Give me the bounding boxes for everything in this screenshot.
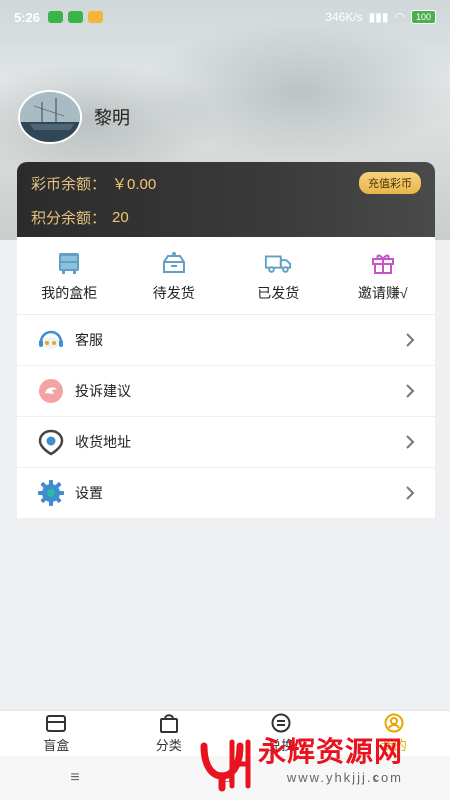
menu-shipping-address[interactable]: 收货地址 <box>17 417 435 468</box>
category-bag-icon <box>158 713 180 733</box>
watermark-title: 永辉资源网 <box>258 736 404 767</box>
points-balance-label: 积分余额： <box>31 209 107 227</box>
recharge-button[interactable]: 充值彩币 <box>359 172 421 194</box>
complaint-icon <box>37 377 65 405</box>
username: 黎明 <box>94 108 130 128</box>
wifi-icon: ◠ <box>394 10 405 24</box>
watermark-url: www.yhkjjj.com <box>286 770 404 785</box>
quick-shipped[interactable]: 已发货 <box>226 237 331 314</box>
account-card: 我的盒柜 待发货 已发货 邀请赚√ 客服 投诉建议 收货地址 设置 <box>17 237 435 519</box>
status-right: 346K/s ▮▮▮ ◠ 100 <box>325 10 436 24</box>
tab-label: 分类 <box>155 738 182 753</box>
tab-label: 盲盒 <box>43 738 70 753</box>
watermark-logo <box>200 739 251 792</box>
quick-invite-earn[interactable]: 邀请赚√ <box>331 237 436 314</box>
battery-indicator: 100 <box>410 10 436 24</box>
app-notification-icon <box>68 11 84 23</box>
pending-box-icon <box>160 249 188 277</box>
wechat-icon <box>48 11 64 23</box>
blind-box-icon <box>45 713 67 733</box>
customer-service-icon <box>37 326 65 354</box>
truck-icon <box>264 249 292 277</box>
network-speed: 346K/s <box>325 10 363 24</box>
menu-label: 设置 <box>75 485 103 501</box>
signal-icon: ▮▮▮ <box>368 10 389 24</box>
watermark: 永辉资源网 www.yhkjjj.com <box>198 736 428 796</box>
coin-balance-row: 彩币余额： ￥0.00 充值彩币 <box>31 172 421 194</box>
watermark-text: 永辉资源网 www.yhkjjj.com <box>258 736 403 785</box>
cabinet-icon <box>55 249 83 277</box>
coin-balance-label: 彩币余额： <box>31 175 107 193</box>
exchange-icon <box>270 713 292 733</box>
location-icon <box>37 428 65 456</box>
avatar[interactable] <box>18 90 82 144</box>
profile-icon <box>383 713 405 733</box>
quick-pending-shipment[interactable]: 待发货 <box>122 237 227 314</box>
gift-icon <box>369 249 397 277</box>
nav-menu-button[interactable]: ≡ <box>0 769 150 787</box>
quick-label: 已发货 <box>257 284 300 301</box>
chevron-right-icon <box>403 435 417 449</box>
menu-settings[interactable]: 设置 <box>17 468 435 519</box>
menu-label: 投诉建议 <box>75 383 131 399</box>
quick-label: 待发货 <box>152 284 195 301</box>
chevron-right-icon <box>403 486 417 500</box>
status-bar: 5:26 346K/s ▮▮▮ ◠ 100 <box>0 0 450 34</box>
quick-my-cabinet[interactable]: 我的盒柜 <box>17 237 122 314</box>
tab-blind-box[interactable]: 盲盒 <box>0 711 113 756</box>
menu-customer-service[interactable]: 客服 <box>17 315 435 366</box>
menu-complaint-suggestion[interactable]: 投诉建议 <box>17 366 435 417</box>
coin-balance-value: ￥0.00 <box>112 175 157 193</box>
menu-lines-icon: ≡ <box>70 769 80 786</box>
points-balance-value: 20 <box>112 208 129 226</box>
mail-icon <box>88 11 104 23</box>
menu-label: 客服 <box>75 332 103 348</box>
settings-gear-icon <box>37 479 65 507</box>
wallet-panel: 彩币余额： ￥0.00 充值彩币 积分余额： 20 <box>17 162 435 238</box>
quick-label: 邀请赚√ <box>357 284 408 301</box>
chevron-right-icon <box>403 333 417 347</box>
quick-label: 我的盒柜 <box>41 284 98 301</box>
status-time: 5:26 <box>14 9 41 25</box>
chevron-right-icon <box>403 384 417 398</box>
quick-actions: 我的盒柜 待发货 已发货 邀请赚√ <box>17 237 435 315</box>
profile-header[interactable]: 黎明 <box>18 90 130 144</box>
menu-label: 收货地址 <box>75 434 131 450</box>
points-balance-row: 积分余额： 20 <box>31 206 421 228</box>
